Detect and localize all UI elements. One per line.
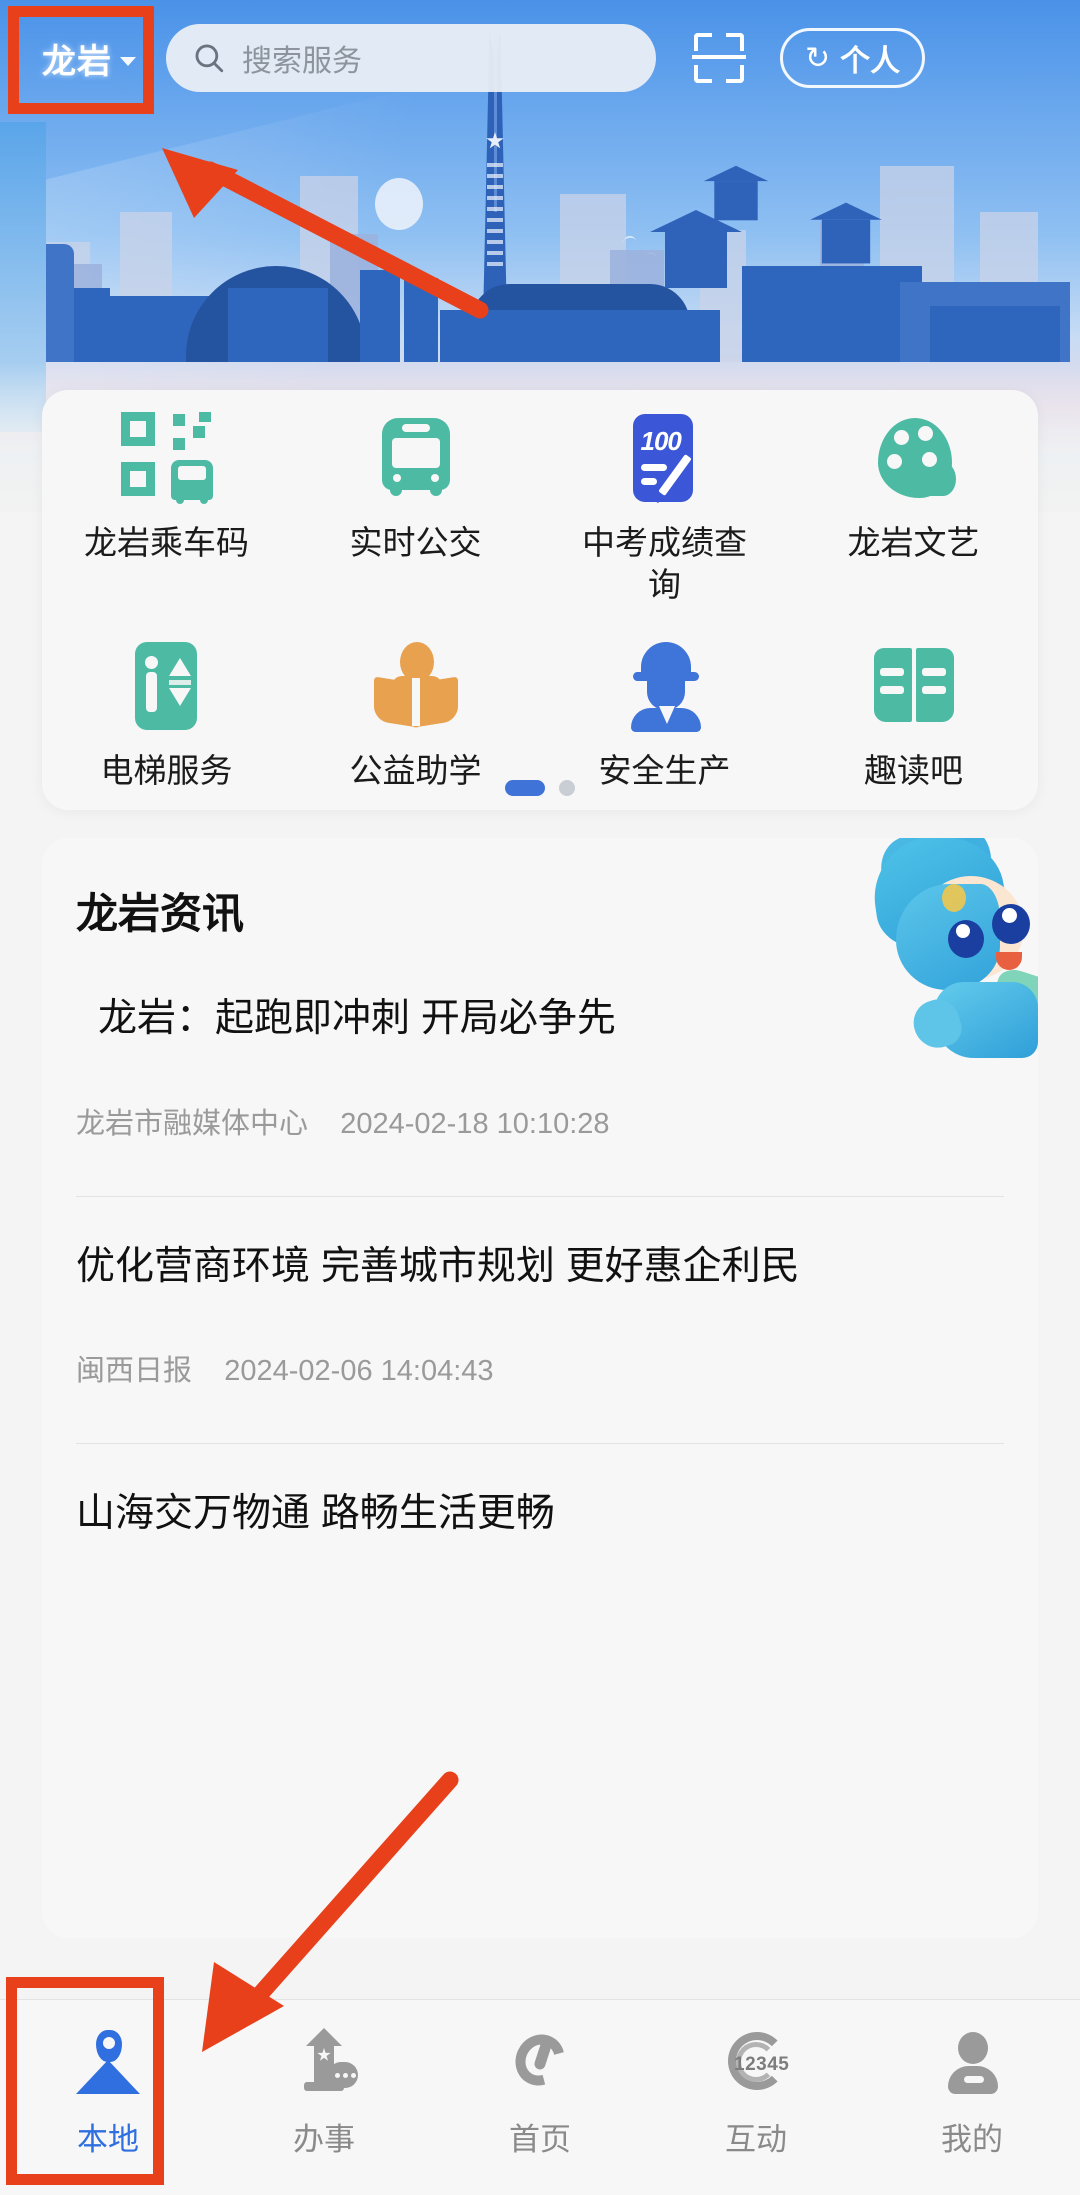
tab-interaction[interactable]: 12345 互动 xyxy=(648,2026,864,2159)
news-source: 龙岩市融媒体中心 xyxy=(76,1107,309,1140)
search-icon xyxy=(195,44,224,73)
news-headline: 山海交万物通 路畅生活更畅 xyxy=(76,1492,555,1536)
tab-label: 首页 xyxy=(509,2122,571,2157)
reading-person-icon xyxy=(370,640,462,732)
app-root: 龙岩 搜索服务 ↻ 个人 龙岩乘车码 实时公交 100 中考成绩查询 龙岩文艺 … xyxy=(0,0,1080,2195)
service-label: 中考成绩查询 xyxy=(582,524,747,604)
open-book-icon xyxy=(868,640,960,732)
service-item-charity-education[interactable]: 公益助学 xyxy=(291,640,540,792)
news-source: 闽西日报 xyxy=(76,1355,193,1388)
service-item-work-safety[interactable]: 安全生产 xyxy=(540,640,789,792)
news-meta: 龙岩市融媒体中心 2024-02-18 10:10:28 xyxy=(76,1100,1004,1142)
tab-label: 互动 xyxy=(725,2122,787,2157)
service-item-realtime-bus[interactable]: 实时公交 xyxy=(291,412,540,606)
scan-qr-icon[interactable] xyxy=(688,27,750,89)
hotline-number: 12345 xyxy=(734,2054,790,2075)
blue-mascot-character xyxy=(856,838,1038,1062)
service-item-reading-bar[interactable]: 趣读吧 xyxy=(789,640,1038,792)
arrow-to-city-selector xyxy=(150,140,490,320)
news-timestamp: 2024-02-18 10:10:28 xyxy=(340,1107,610,1140)
news-headline: 优化营商环境 完善城市规划 更好惠企利民 xyxy=(76,1244,800,1288)
tab-profile[interactable]: 我的 xyxy=(864,2026,1080,2159)
home-swirl-icon xyxy=(504,2025,576,2098)
arrow-to-local-tab xyxy=(180,1760,470,2060)
service-label: 龙岩文艺 xyxy=(847,524,980,561)
service-item-exam-score[interactable]: 100 中考成绩查询 xyxy=(540,412,789,606)
pagination-dot[interactable] xyxy=(559,780,575,796)
top-bar: 龙岩 搜索服务 ↻ 个人 xyxy=(0,0,1080,116)
news-item[interactable]: 优化营商环境 完善城市规划 更好惠企利民 闽西日报 2024-02-06 14:… xyxy=(76,1197,1004,1416)
news-timestamp: 2024-02-06 14:04:43 xyxy=(224,1355,494,1388)
service-pagination[interactable] xyxy=(42,780,1038,796)
palette-icon xyxy=(868,412,960,504)
person-button-label: 个人 xyxy=(840,45,901,78)
service-row-2: 电梯服务 公益助学 安全生产 趣读吧 xyxy=(42,640,1038,792)
news-meta: 闽西日报 2024-02-06 14:04:43 xyxy=(76,1347,1004,1389)
tab-label: 办事 xyxy=(293,2122,355,2157)
service-label: 龙岩乘车码 xyxy=(84,524,249,561)
exam-score-icon: 100 xyxy=(619,412,711,504)
service-item-elevator[interactable]: 电梯服务 xyxy=(42,640,291,792)
hotline-12345-icon: 12345 xyxy=(720,2026,792,2098)
service-grid-card: 龙岩乘车码 实时公交 100 中考成绩查询 龙岩文艺 电梯服务 公益助学 安全生… xyxy=(42,390,1038,810)
service-label: 实时公交 xyxy=(349,524,482,561)
pagination-dot-active[interactable] xyxy=(505,780,545,796)
local-tab-highlight xyxy=(6,1977,164,2185)
news-item[interactable]: 山海交万物通 路畅生活更畅 xyxy=(76,1444,1004,1621)
search-input[interactable]: 搜索服务 xyxy=(166,24,656,92)
service-item-arts[interactable]: 龙岩文艺 xyxy=(789,412,1038,606)
bus-icon xyxy=(370,412,462,504)
service-item-ride-code[interactable]: 龙岩乘车码 xyxy=(42,412,291,606)
qr-bus-code-icon xyxy=(120,412,213,504)
user-profile-icon xyxy=(936,2026,1008,2098)
city-selector-highlight xyxy=(8,6,154,114)
safety-worker-icon xyxy=(619,640,711,733)
service-row-1: 龙岩乘车码 实时公交 100 中考成绩查询 龙岩文艺 xyxy=(42,412,1038,606)
refresh-circle-icon: ↻ xyxy=(805,41,831,75)
elevator-icon xyxy=(121,640,213,732)
tab-label: 我的 xyxy=(941,2122,1003,2157)
search-placeholder-text: 搜索服务 xyxy=(242,45,362,78)
person-login-button[interactable]: ↻ 个人 xyxy=(780,28,926,88)
